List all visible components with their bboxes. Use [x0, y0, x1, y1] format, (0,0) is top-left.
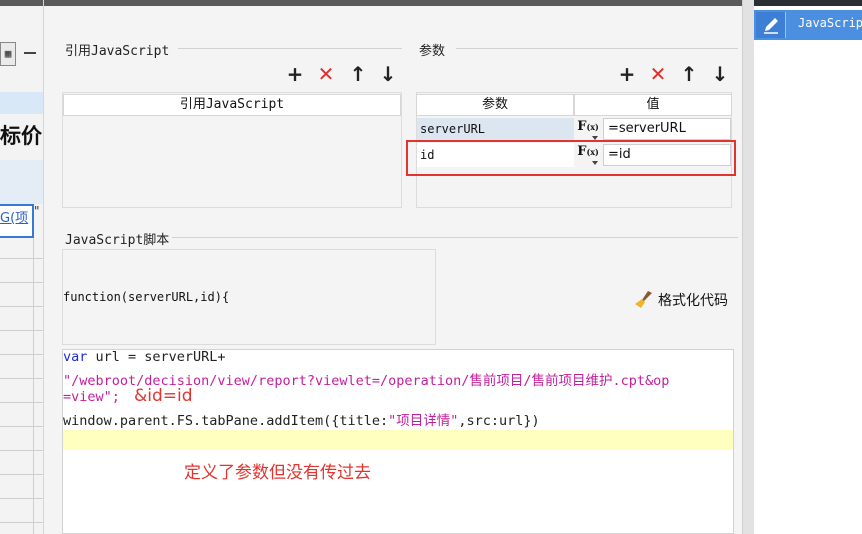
- sheet-row-line: [0, 522, 43, 523]
- js-ref-move-up-button[interactable]: ↑: [347, 64, 369, 84]
- params-section-title: 参数: [419, 44, 446, 59]
- formula-icon-sub: (x): [586, 122, 599, 132]
- sheet-row-line: [0, 378, 43, 379]
- code-editor-current-line: [63, 430, 733, 450]
- script-section-rule: [172, 237, 738, 238]
- params-col-name-header: 参数: [416, 94, 574, 116]
- sheet-cell-link[interactable]: G(项: [0, 207, 28, 226]
- js-ref-move-down-button[interactable]: ↓: [377, 64, 399, 84]
- javascript-dialog: 引用JavaScript + ✕ ↑ ↓ 引用JavaScript 参数 + ✕…: [44, 0, 754, 534]
- dialog-top-bar: [44, 0, 754, 6]
- sheet-cell-quote: ": [34, 204, 40, 218]
- highlight-box: [406, 140, 736, 176]
- broom-icon[interactable]: [634, 289, 656, 309]
- params-delete-button[interactable]: ✕: [647, 64, 669, 84]
- sheet-cell-title: 标价: [0, 124, 42, 148]
- sheet-row-line: [0, 306, 43, 307]
- right-top-bar: [754, 0, 862, 6]
- sheet-row-line: [0, 258, 43, 259]
- code-line-4: window.parent.FS.tabPane.addItem({title:…: [63, 409, 540, 429]
- code-line-3: =view";: [63, 389, 120, 405]
- js-ref-add-button[interactable]: +: [284, 64, 306, 84]
- pencil-icon-svg: [764, 18, 778, 34]
- sheet-row-line: [0, 426, 43, 427]
- params-move-up-button[interactable]: ↑: [678, 64, 700, 84]
- javascript-tab[interactable]: JavaScrip: [754, 10, 862, 40]
- formula-icon[interactable]: F(x): [575, 118, 601, 136]
- sheet-row-line: [0, 450, 43, 451]
- javascript-tab-label: JavaScrip: [798, 16, 862, 30]
- params-add-button[interactable]: +: [616, 64, 638, 84]
- js-ref-section-title: 引用JavaScript: [65, 44, 170, 59]
- broom-icon-svg: [635, 291, 652, 308]
- code-line-1: var url = serverURL+: [63, 349, 226, 365]
- params-move-down-button[interactable]: ↓: [709, 64, 731, 84]
- sheet-row-line: [0, 282, 43, 283]
- code-keyword: var: [63, 349, 88, 365]
- params-section-rule: [456, 48, 738, 49]
- spreadsheet-background: ▦ 标价 G(项 ": [0, 0, 44, 534]
- annotation-suggestion: &id=id: [134, 386, 193, 406]
- params-col-value-header: 值: [574, 94, 732, 116]
- js-ref-section-rule: [178, 48, 402, 49]
- code-string: "项目详情": [388, 413, 459, 429]
- code-text: url = serverURL+: [87, 349, 226, 365]
- param-value-field[interactable]: =serverURL: [603, 118, 731, 140]
- grid-toolbar-button[interactable]: ▦: [0, 42, 16, 66]
- sheet-header-band: [0, 92, 43, 114]
- code-text: window.parent.FS.tabPane.addItem({title:: [63, 413, 389, 429]
- right-panel: JavaScrip: [754, 0, 862, 534]
- sheet-row-line: [0, 330, 43, 331]
- sheet-row-line: [0, 402, 43, 403]
- window-top-bar: [0, 0, 43, 6]
- code-text: ,src:url}): [458, 413, 540, 429]
- pencil-icon: [756, 12, 786, 38]
- annotation-note: 定义了参数但没有传过去: [184, 463, 371, 483]
- function-signature: function(serverURL,id){: [63, 290, 230, 304]
- dialog-scrollbar[interactable]: [742, 0, 754, 534]
- sheet-column-header: [0, 160, 43, 204]
- js-ref-delete-button[interactable]: ✕: [315, 64, 337, 84]
- param-name-cell[interactable]: serverURL: [417, 118, 574, 140]
- js-ref-column-header: 引用JavaScript: [63, 94, 401, 116]
- sheet-row-line: [0, 474, 43, 475]
- format-code-button[interactable]: 格式化代码: [658, 290, 728, 310]
- script-section-title: JavaScript脚本: [65, 233, 170, 248]
- sheet-row-line: [0, 498, 43, 499]
- minus-icon[interactable]: [24, 52, 36, 54]
- sheet-row-line: [0, 354, 43, 355]
